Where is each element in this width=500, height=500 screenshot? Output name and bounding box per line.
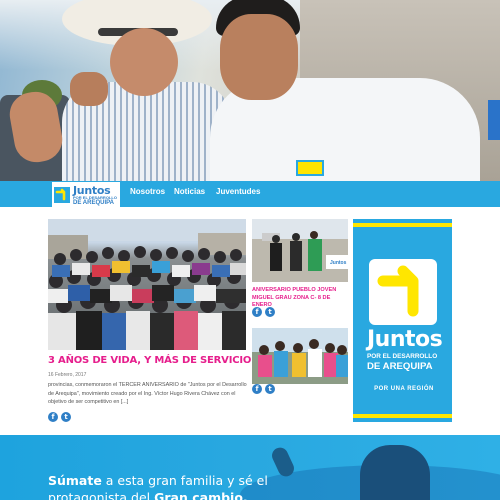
banner-tagline: POR UNA REGIÓN — [374, 386, 434, 392]
banner-stripe-bottom — [353, 414, 452, 418]
footer-line-2: protagonista del Gran cambio. — [48, 490, 248, 500]
banner-region: DE AREQUIPA — [367, 361, 433, 372]
juntos-arrow-icon — [369, 259, 437, 325]
main-nav: Nosotros Noticias Juventudes — [130, 187, 276, 196]
twitter-icon[interactable]: t — [265, 307, 275, 317]
side-article-1-share: f t — [252, 307, 275, 317]
logo-region: DE AREQUIPA — [73, 199, 115, 206]
site-logo[interactable]: Juntos POR EL DESARROLLO DE AREQUIPA — [52, 182, 120, 208]
side-article-2-image[interactable] — [252, 328, 348, 384]
main-article-share: f t — [48, 412, 71, 422]
juntos-arrow-icon — [54, 187, 70, 203]
hero-hand — [70, 72, 108, 106]
join-footer: Súmate a esta gran familia y sé el prota… — [0, 435, 500, 500]
banner-title: Juntos — [367, 327, 443, 352]
main-article-title[interactable]: 3 AÑOS DE VIDA, Y MÁS DE SERVICIO — [48, 355, 251, 366]
main-article-date: 16 Febrero, 2017 — [48, 372, 87, 378]
banner-stripe-top — [353, 223, 452, 227]
hero-badge — [296, 160, 324, 176]
twitter-icon[interactable]: t — [61, 412, 71, 422]
hero-third-person — [488, 100, 500, 140]
side-sign-text: Juntos — [330, 260, 347, 266]
juntos-banner[interactable]: Juntos POR EL DESARROLLO DE AREQUIPA POR… — [353, 219, 452, 422]
side-article-1-image[interactable]: Juntos — [252, 219, 348, 282]
footer-person — [360, 445, 430, 500]
hero-woman-face — [110, 28, 178, 96]
banner-subtitle: POR EL DESARROLLO — [367, 353, 438, 360]
footer-line-1: Súmate a esta gran familia y sé el — [48, 473, 268, 488]
nav-item-juventudes[interactable]: Juventudes — [216, 187, 276, 196]
logo-title: Juntos — [73, 183, 111, 197]
footer-line-2-text: protagonista del — [48, 490, 155, 500]
twitter-icon[interactable]: t — [265, 384, 275, 394]
nav-item-nosotros[interactable]: Nosotros — [130, 187, 174, 196]
footer-line-1-bold: Súmate — [48, 473, 102, 488]
hero-photo — [0, 0, 500, 181]
footer-line-2-bold: Gran cambio. — [154, 490, 248, 500]
facebook-icon[interactable]: f — [252, 307, 262, 317]
facebook-icon[interactable]: f — [252, 384, 262, 394]
nav-item-noticias[interactable]: Noticias — [174, 187, 216, 196]
facebook-icon[interactable]: f — [48, 412, 58, 422]
hero-man-face — [220, 14, 298, 100]
footer-line-1-text: a esta gran familia y sé el — [101, 473, 268, 488]
main-article-image[interactable] — [48, 219, 246, 350]
side-article-2-share: f t — [252, 384, 275, 394]
main-article-excerpt: provincias, conmemoraron el TERCER ANIVE… — [48, 382, 247, 406]
